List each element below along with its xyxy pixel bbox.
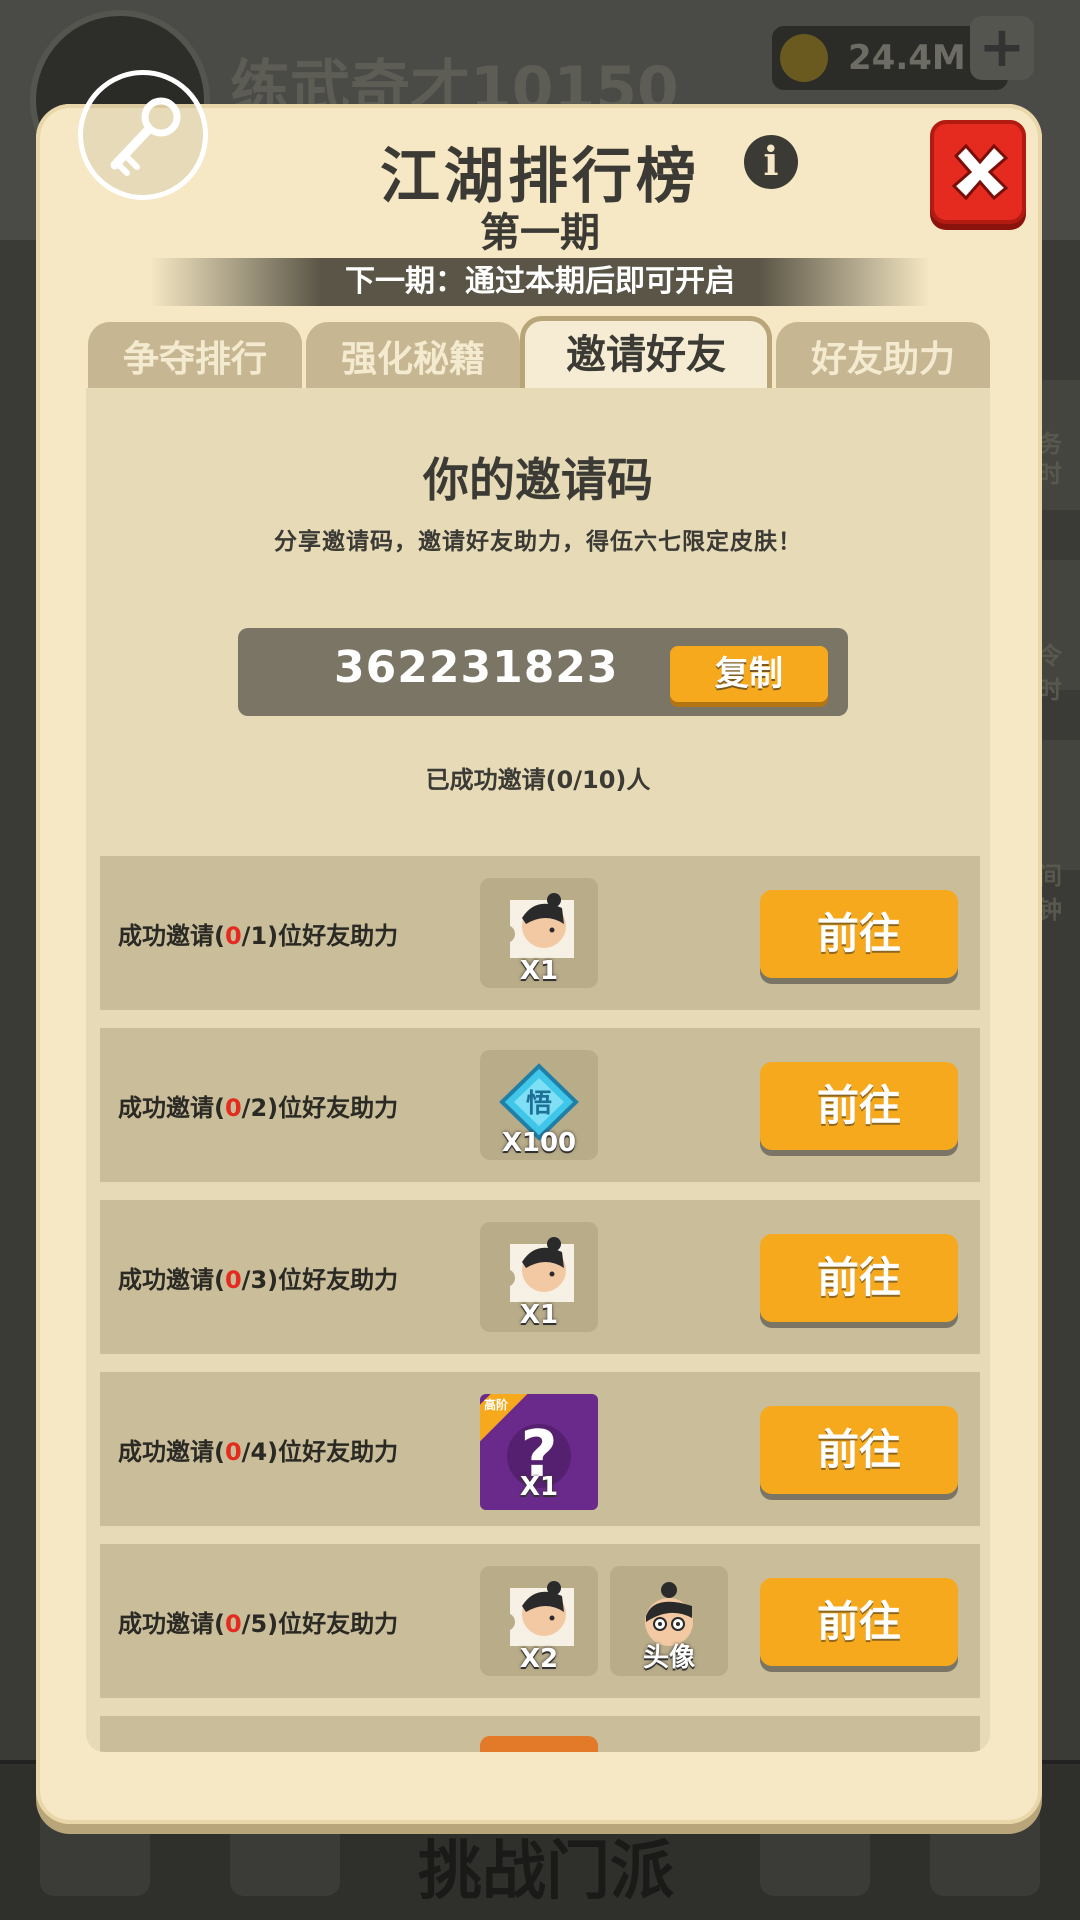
side-label: 令 xyxy=(1038,642,1062,670)
task-progress: 0 xyxy=(224,1610,242,1638)
task-progress: 0 xyxy=(224,1094,242,1122)
task-label: 成功邀请(0/1)位好友助力 xyxy=(118,922,399,950)
task-row: 成功邀请(0/5)位好友助力 X2 头像 前往 xyxy=(100,1544,980,1698)
reward-item[interactable]: X1 xyxy=(480,1222,598,1332)
invite-code-box: 362231823 复制 xyxy=(238,628,848,716)
side-tab xyxy=(1036,740,1080,870)
invite-description: 分享邀请码，邀请好友助力，得伍六七限定皮肤！ xyxy=(274,529,802,555)
next-period-banner: 下一期：通过本期后即可开启 xyxy=(150,258,930,306)
go-label: 前往 xyxy=(816,1253,901,1302)
side-label: 钟 xyxy=(1038,896,1062,924)
go-label: 前往 xyxy=(816,1081,901,1130)
reward-quantity: X1 xyxy=(519,1472,559,1502)
bottom-title: 挑战门派 xyxy=(418,1835,674,1909)
invited-count: 已成功邀请(0/10)人 xyxy=(425,766,651,794)
coin-icon xyxy=(780,34,828,82)
tab-label: 好友助力 xyxy=(810,339,955,380)
close-button[interactable] xyxy=(930,120,1026,224)
reward-item[interactable]: X2 xyxy=(480,1566,598,1676)
add-coins-button: + xyxy=(970,16,1034,80)
reward-quantity: X1 xyxy=(519,1300,559,1330)
task-label: 成功邀请(0/5)位好友助力 xyxy=(118,1610,399,1638)
period-subtitle: 第一期 xyxy=(480,210,600,256)
go-label: 前往 xyxy=(816,1597,901,1646)
task-progress: 0 xyxy=(224,1266,242,1294)
go-button[interactable]: 前往 xyxy=(760,1406,958,1494)
task-label: 成功邀请(0/3)位好友助力 xyxy=(118,1266,399,1294)
go-button[interactable]: 前往 xyxy=(760,890,958,978)
task-label: 成功邀请(0/2)位好友助力 xyxy=(118,1094,399,1122)
go-label: 前往 xyxy=(816,1425,901,1474)
task-progress: 0 xyxy=(224,922,242,950)
reward-item[interactable]: ? 高阶 X1 xyxy=(480,1394,598,1510)
reward-quantity: 头像 xyxy=(642,1643,695,1673)
tab-invite-friends[interactable]: 邀请好友 xyxy=(520,316,772,392)
tab-enhance-manual[interactable]: 强化秘籍 xyxy=(306,322,520,390)
tab-label: 邀请好友 xyxy=(566,332,726,378)
tab-friend-assist[interactable]: 好友助力 xyxy=(776,322,990,390)
go-label: 前往 xyxy=(816,909,901,958)
invite-panel: 你的邀请码 分享邀请码，邀请好友助力，得伍六七限定皮肤！ 362231823 复… xyxy=(86,388,990,1752)
task-row: 成功邀请(0/4)位好友助力 ? 高阶 X1 前往 xyxy=(100,1372,980,1526)
tab-label: 争夺排行 xyxy=(122,339,267,380)
reward-quantity: X100 xyxy=(501,1128,577,1158)
go-button[interactable]: 前往 xyxy=(760,1234,958,1322)
invite-code: 362231823 xyxy=(334,642,619,693)
task-progress: 0 xyxy=(224,1438,242,1466)
go-button[interactable]: 前往 xyxy=(760,1062,958,1150)
reward-item[interactable]: 悟 X100 xyxy=(480,1050,598,1160)
task-row: 成功邀请(0/3)位好友助力 X1 前往 xyxy=(100,1200,980,1354)
invite-code-heading: 你的邀请码 xyxy=(423,453,653,507)
side-label: 时 xyxy=(1038,676,1062,704)
task-label: 成功邀请(0/4)位好友助力 xyxy=(118,1438,399,1466)
reward-item[interactable]: 头像 xyxy=(610,1566,728,1676)
reward-quantity: X1 xyxy=(519,956,559,986)
side-label: 时 xyxy=(1038,460,1062,488)
coin-value: 24.4M xyxy=(848,38,966,78)
reward-item xyxy=(480,1736,598,1752)
info-icon[interactable]: i xyxy=(744,135,798,189)
copy-button[interactable]: 复制 xyxy=(670,646,828,702)
task-row: 成功邀请(0/1)位好友助力 X1 前往 xyxy=(100,856,980,1010)
next-period-text: 下一期：通过本期后即可开启 xyxy=(345,264,735,299)
copy-label: 复制 xyxy=(715,654,783,694)
reward-item[interactable]: X1 xyxy=(480,878,598,988)
task-row xyxy=(100,1716,980,1752)
tab-label: 强化秘籍 xyxy=(340,339,485,380)
close-icon xyxy=(951,143,1009,201)
task-row: 成功邀请(0/2)位好友助力 悟 X100 前往 xyxy=(100,1028,980,1182)
rarity-tag: 高阶 xyxy=(484,1398,509,1412)
go-button[interactable]: 前往 xyxy=(760,1578,958,1666)
side-label: 间 xyxy=(1038,862,1062,890)
tab-rank-battle[interactable]: 争夺排行 xyxy=(88,322,302,390)
reward-quantity: X2 xyxy=(519,1644,559,1674)
svg-text:悟: 悟 xyxy=(526,1089,552,1119)
